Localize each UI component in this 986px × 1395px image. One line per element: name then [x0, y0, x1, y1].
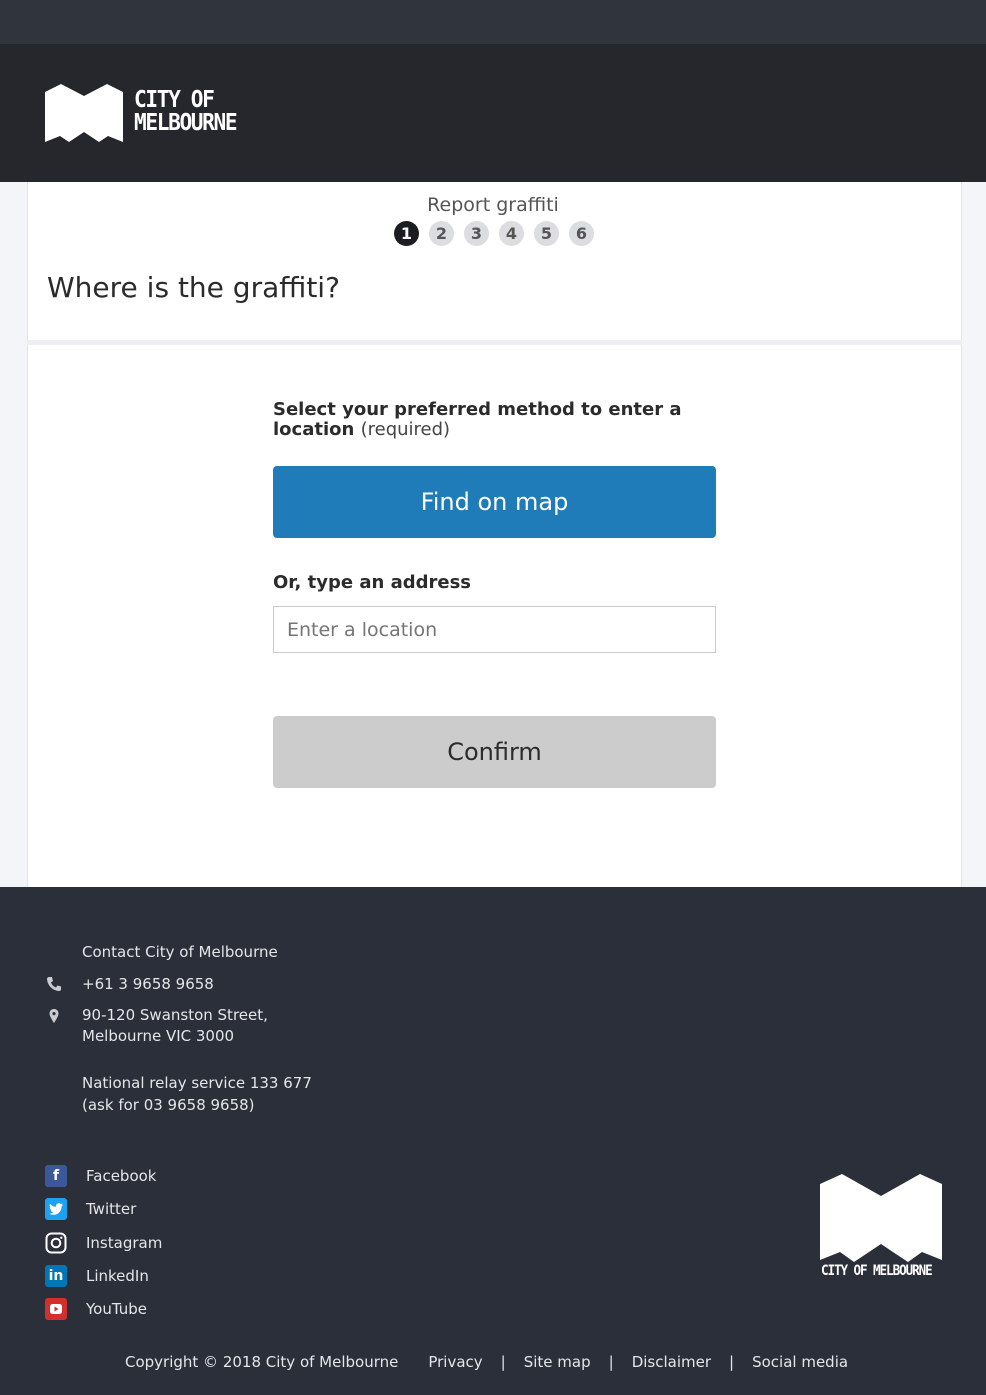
required-indicator: (required): [360, 419, 451, 440]
melbourne-m-logo-icon: [45, 84, 123, 142]
copyright-text: Copyright © 2018 City of Melbourne: [125, 1353, 399, 1371]
step-6: 6: [569, 221, 594, 246]
address-input[interactable]: [273, 606, 716, 653]
link-separator: |: [608, 1353, 614, 1371]
link-separator: |: [500, 1353, 506, 1371]
browser-top-bar: [0, 0, 986, 44]
step-1: 1: [394, 221, 419, 246]
step-2: 2: [429, 221, 454, 246]
link-separator: |: [729, 1353, 735, 1371]
step-indicator: 1 2 3 4 5 6: [394, 221, 594, 246]
social-link-instagram[interactable]: Instagram: [45, 1232, 162, 1254]
footer-link-social-media[interactable]: Social media: [752, 1353, 848, 1371]
twitter-icon: [45, 1198, 67, 1220]
step-5: 5: [534, 221, 559, 246]
step-3: 3: [464, 221, 489, 246]
footer-link-disclaimer[interactable]: Disclaimer: [632, 1353, 711, 1371]
relay-line-2: (ask for 03 9658 9658): [82, 1096, 255, 1114]
youtube-icon: [45, 1298, 67, 1320]
address-line-1: 90-120 Swanston Street,: [82, 1006, 268, 1024]
step-4: 4: [499, 221, 524, 246]
footer-link-privacy[interactable]: Privacy: [428, 1353, 482, 1371]
relay-line-1: National relay service 133 677: [82, 1074, 312, 1092]
logo-wordmark: CITY OF MELBOURNE: [134, 87, 238, 136]
footer-bottom-links: Copyright © 2018 City of Melbourne Priva…: [125, 1353, 848, 1371]
contact-title: Contact City of Melbourne: [82, 943, 278, 961]
social-link-twitter[interactable]: Twitter: [45, 1198, 136, 1220]
phone-icon: [47, 977, 61, 991]
social-link-youtube[interactable]: YouTube: [45, 1298, 147, 1320]
linkedin-icon: in: [45, 1265, 67, 1287]
location-form: Select your preferred method to enter a …: [273, 399, 716, 788]
method-label: Select your preferred method to enter a …: [273, 399, 682, 440]
location-pin-icon: [49, 1009, 59, 1023]
facebook-icon: f: [45, 1165, 67, 1187]
city-of-melbourne-logo[interactable]: CITY OF MELBOURNE: [45, 84, 265, 144]
report-title: Report graffiti: [427, 194, 559, 216]
social-link-facebook[interactable]: f Facebook: [45, 1165, 156, 1187]
social-link-linkedin[interactable]: in LinkedIn: [45, 1265, 149, 1287]
site-footer: Contact City of Melbourne +61 3 9658 965…: [0, 887, 986, 1395]
find-on-map-button[interactable]: Find on map: [273, 466, 716, 538]
footer-link-site-map[interactable]: Site map: [524, 1353, 591, 1371]
instagram-icon: [45, 1232, 67, 1254]
confirm-button[interactable]: Confirm: [273, 716, 716, 788]
page-title: Where is the graffiti?: [47, 271, 340, 304]
phone-link[interactable]: +61 3 9658 9658: [82, 974, 214, 995]
footer-logo-wordmark: CITY OF MELBOURNE: [821, 1263, 933, 1279]
address-label: Or, type an address: [273, 572, 471, 593]
site-header: CITY OF MELBOURNE: [0, 44, 986, 182]
address-line-2: Melbourne VIC 3000: [82, 1027, 235, 1045]
